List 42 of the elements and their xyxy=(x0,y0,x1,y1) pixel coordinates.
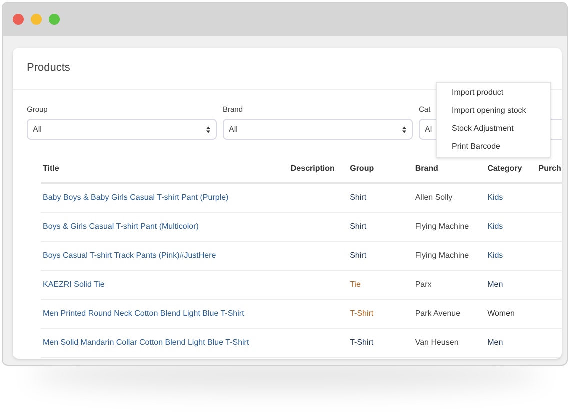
table-cell: Kids xyxy=(488,222,504,231)
minimize-button[interactable] xyxy=(31,14,42,25)
menu-item[interactable]: Import product xyxy=(437,84,550,102)
table-cell: Flying Machine xyxy=(415,250,470,260)
table-cell: Parx xyxy=(415,280,432,289)
column-header: Brand xyxy=(415,164,438,173)
table-cell: Men xyxy=(488,280,504,289)
column-header: Description xyxy=(290,164,335,173)
table-cell: Kids xyxy=(488,250,504,260)
menu-item[interactable]: Import opening stock xyxy=(437,102,550,120)
table-cell: Shirt xyxy=(350,250,367,260)
table-cell: Shirt xyxy=(350,222,367,231)
column-header: Category xyxy=(488,164,522,173)
table-cell: Flying Machine xyxy=(415,222,470,231)
table-cell: Allen Solly xyxy=(415,193,453,202)
table-cell: Kids xyxy=(488,193,504,202)
product-link[interactable]: Boys & Girls Casual T-shirt Pant (Multicolor) xyxy=(43,222,199,231)
product-link[interactable]: Men Printed Round Neck Cotton Blend Light Blue T-Shirt xyxy=(43,308,244,318)
table-cell: T-Shirt xyxy=(350,338,374,347)
product-link[interactable]: Baby Boys & Baby Girls Casual T-shirt Pant (Purple) xyxy=(43,193,229,202)
product-link[interactable]: Men Solid Mandarin Collar Cotton Blend Light Blue T-Shirt xyxy=(43,338,250,347)
column-header: Title xyxy=(43,164,60,173)
table-cell: Van Heusen xyxy=(415,338,459,347)
column-header: Purch xyxy=(538,164,562,173)
column-header: Group xyxy=(350,164,374,173)
table-cell: Park Avenue xyxy=(415,308,461,318)
close-button[interactable] xyxy=(13,14,24,25)
product-link[interactable]: KAEZRI Solid Tie xyxy=(43,280,105,289)
menu-item[interactable]: Stock Adjustment xyxy=(437,120,550,138)
table-cell: Tie xyxy=(350,280,361,289)
select-field[interactable]: All xyxy=(223,119,413,140)
select-field[interactable]: All xyxy=(27,119,217,140)
sort-caret-icon xyxy=(206,126,211,134)
table-cell: Men xyxy=(488,338,504,347)
menu-item[interactable]: Print Barcode xyxy=(437,138,550,156)
table-cell: Women xyxy=(488,308,515,318)
table-cell: T-Shirt xyxy=(350,308,374,318)
sort-caret-icon xyxy=(402,126,407,134)
page-title: Products xyxy=(27,61,70,76)
product-link[interactable]: Boys Casual T-shirt Track Pants (Pink)#JustHere xyxy=(43,250,216,260)
maximize-button[interactable] xyxy=(49,14,60,25)
table-cell: Shirt xyxy=(350,193,367,202)
